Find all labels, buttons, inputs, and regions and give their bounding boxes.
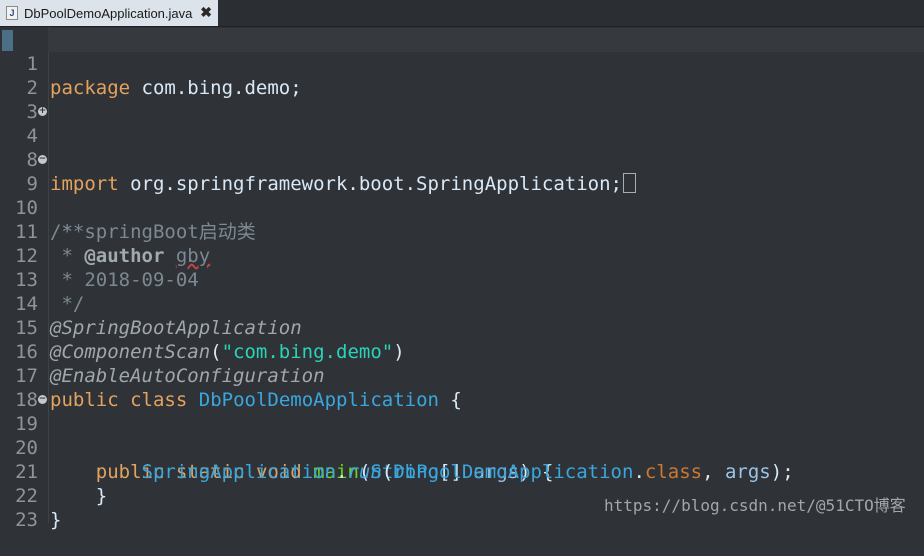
code-line-17[interactable]: 17 public class DbPoolDemoApplication { <box>0 340 462 411</box>
current-line-highlight <box>48 28 924 52</box>
code-line-9[interactable]: 9 − /** <box>0 148 85 244</box>
code-line-15[interactable]: 15 @ComponentScan("com.bing.demo") <box>0 292 405 363</box>
cursor-box <box>622 173 636 193</box>
close-icon[interactable]: ✖ <box>200 4 212 21</box>
javadoc-text: * springBoot启动类 <box>50 221 256 243</box>
tab-title: DbPoolDemoApplication.java <box>24 5 193 21</box>
import-name: org.springframework.boot.SpringApplicati… <box>118 173 622 195</box>
fold-collapse-icon[interactable]: − <box>38 395 47 404</box>
code-line-14[interactable]: 14 @SpringBootApplication <box>0 268 302 339</box>
annotation: @EnableAutoConfiguration <box>50 365 325 387</box>
param-name: args <box>724 461 771 483</box>
code-line-4[interactable]: 4 + import org.springframework.boot.Spri… <box>0 100 636 195</box>
code-line-11[interactable]: 11 * @author gby <box>0 196 210 267</box>
fold-collapse-icon[interactable]: − <box>38 155 47 164</box>
code-line-16[interactable]: 16 @EnableAutoConfiguration <box>0 316 324 387</box>
keyword: package <box>50 77 131 99</box>
keyword: public <box>50 389 119 411</box>
watermark: https://blog.csdn.net/@51CTO博客 <box>604 496 906 515</box>
brace: } <box>95 485 108 507</box>
annotation: @SpringBootApplication <box>50 317 302 339</box>
code-line-13[interactable]: 13 */ <box>0 244 84 315</box>
fold-expand-icon[interactable]: + <box>38 107 47 116</box>
code-editor[interactable]: 1 package com.bing.demo; 2 3 4 + import … <box>0 27 924 531</box>
code-line-22[interactable]: 22 } <box>0 460 61 531</box>
brace: { <box>438 389 462 411</box>
code-line-21[interactable]: 21 } <box>0 436 107 507</box>
javadoc-date: * 2018-09-04 <box>50 269 199 291</box>
editor-tab-bar: J DbPoolDemoApplication.java ✖ <box>0 0 924 27</box>
package-name: com.bing.demo; <box>130 77 302 99</box>
keyword: class <box>644 461 703 483</box>
method-call: run <box>347 461 382 483</box>
code-line-2[interactable]: 2 <box>0 52 46 99</box>
string-literal: "com.bing.demo" <box>221 341 394 363</box>
code-line-3[interactable]: 3 <box>0 76 46 123</box>
keyword: import <box>50 173 119 195</box>
code-line-19[interactable]: 19 − public static void main(String[] ar… <box>0 388 553 484</box>
brace: } <box>50 509 62 531</box>
code-line-20[interactable]: 20 SpringApplication.run(DbPoolDemoAppli… <box>0 412 794 483</box>
class-ref: SpringApplication <box>141 461 336 483</box>
code-line-10[interactable]: 10 * springBoot启动类 <box>0 172 256 243</box>
comma: , <box>702 461 725 483</box>
dot: . <box>633 461 645 483</box>
annotation: @ComponentScan <box>50 341 211 363</box>
code-line-1[interactable]: 1 package com.bing.demo; <box>0 28 302 99</box>
line-number: 23 <box>15 509 38 531</box>
javadoc-star: * <box>50 245 85 267</box>
javadoc-author-tag: @author <box>84 245 165 267</box>
code-line-18[interactable]: 18 <box>0 364 46 411</box>
code-line-8[interactable]: 8 <box>0 124 46 171</box>
javadoc-author-name: gby <box>175 245 211 267</box>
paren: ( <box>381 461 394 483</box>
javadoc-close: */ <box>50 293 85 315</box>
code-line-23[interactable]: 23 <box>0 484 46 531</box>
paren: ( <box>210 341 222 363</box>
class-name: DbPoolDemoApplication <box>198 389 439 411</box>
paren-semicolon: ); <box>770 461 794 483</box>
paren: ) <box>393 341 405 363</box>
dot: . <box>335 461 348 483</box>
tab-dbpooldemoapplication[interactable]: J DbPoolDemoApplication.java ✖ <box>0 0 218 26</box>
code-line-12[interactable]: 12 * 2018-09-04 <box>0 220 199 291</box>
class-ref: DbPoolDemoApplication <box>393 461 634 483</box>
java-file-icon: J <box>6 6 18 20</box>
keyword: class <box>130 389 188 411</box>
